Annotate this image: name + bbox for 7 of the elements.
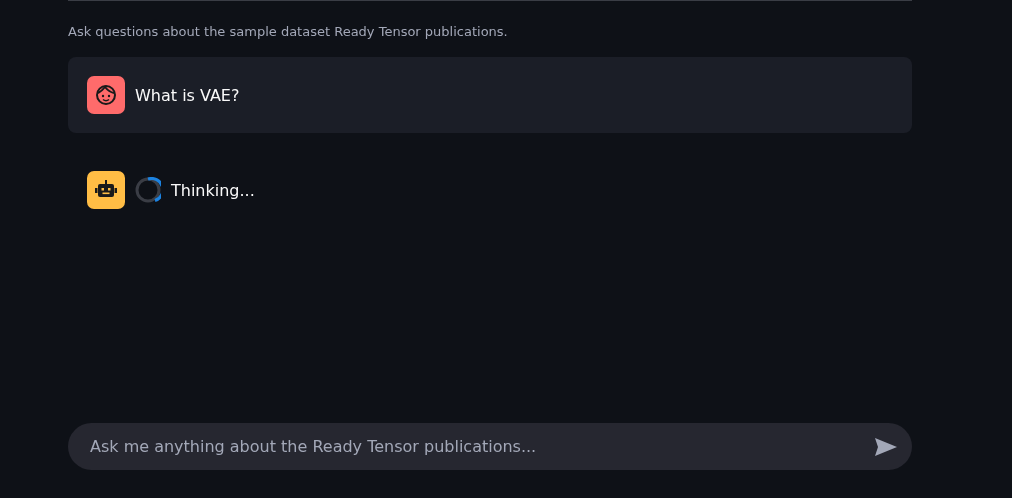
user-avatar-icon <box>87 76 125 114</box>
robot-avatar-icon <box>87 171 125 209</box>
message-text: What is VAE? <box>135 85 240 105</box>
chat-input-bar[interactable]: Ask me anything about the Ready Tensor publications... <box>68 423 912 470</box>
message-text: Thinking... <box>171 180 255 200</box>
chat-input-field[interactable]: Ask me anything about the Ready Tensor publications... <box>88 436 872 457</box>
caption-text: Ask questions about the sample dataset Ready Tensor publications. <box>68 24 509 41</box>
